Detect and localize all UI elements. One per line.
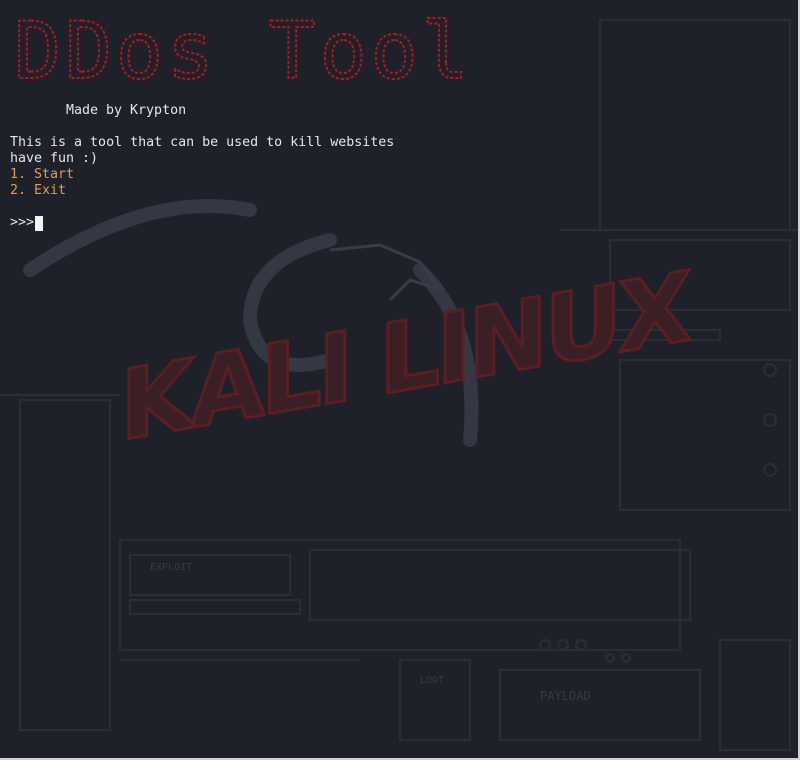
wallpaper-logo-text: KALI LINUX xyxy=(120,250,691,463)
input-prompt[interactable]: >>> xyxy=(10,215,788,231)
terminal-window[interactable]: KALI LINUX EXPLOIT PAYLOAD LOOT DDos Too… xyxy=(0,0,800,760)
text-cursor[interactable] xyxy=(35,215,44,231)
scrollbar[interactable] xyxy=(790,0,796,756)
description: This is a tool that can be used to kill … xyxy=(10,135,788,167)
prompt-symbol: >>> xyxy=(10,215,35,230)
menu-option-start: 1. Start xyxy=(10,167,75,182)
credit-line: Made by Krypton xyxy=(66,103,187,118)
wallpaper-label-payload: PAYLOAD xyxy=(540,689,591,703)
terminal-output: DDos Tool Made by Krypton This is a tool… xyxy=(10,6,788,231)
description-line-1: This is a tool that can be used to kill … xyxy=(10,135,395,150)
ascii-banner: DDos Tool xyxy=(13,6,473,98)
description-line-2: have fun :) xyxy=(10,151,99,166)
wallpaper-label-exploit: EXPLOIT xyxy=(150,562,192,573)
banner-text: DDos Tool xyxy=(14,8,473,90)
menu-option-exit: 2. Exit xyxy=(10,183,67,198)
wallpaper-label-loot: LOOT xyxy=(420,675,444,686)
